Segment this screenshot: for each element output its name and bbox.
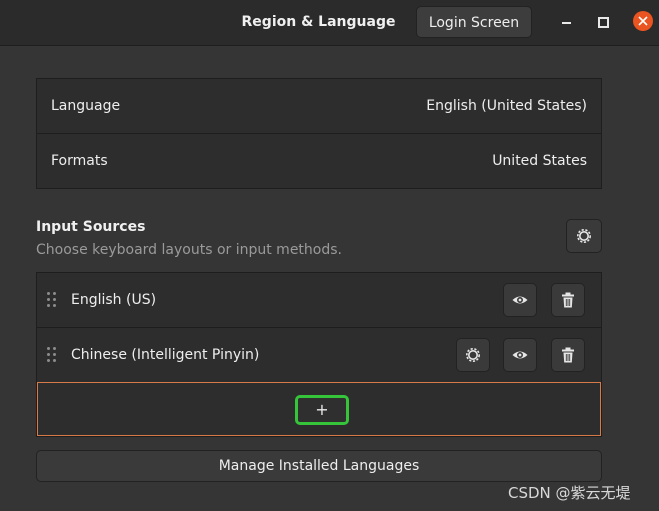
input-source-label: Chinese (Intelligent Pinyin) [71,347,260,363]
input-source-label: English (US) [71,292,157,308]
language-settings-list: Language English (United States) Formats… [36,78,602,189]
maximize-icon[interactable] [593,12,613,32]
drag-handle-icon[interactable] [47,292,57,308]
manage-installed-languages-button[interactable]: Manage Installed Languages [36,450,602,482]
language-label: Language [51,98,121,114]
remove-button[interactable] [551,338,585,372]
title-bar: Region & Language Login Screen [0,0,659,46]
input-source-settings-button[interactable] [456,338,490,372]
window-title: Region & Language [241,14,396,30]
trash-icon [562,347,574,363]
watermark: CSDN @紫云无堤 [508,484,631,502]
list-item[interactable]: Chinese (Intelligent Pinyin) [37,328,601,382]
formats-row[interactable]: Formats United States [37,134,601,188]
add-input-source-button[interactable]: + [295,395,349,425]
remove-button[interactable] [551,283,585,317]
gear-icon [577,229,591,243]
input-sources-heading: Input Sources [36,219,146,235]
input-sources-list: English (US) Chinese (Intelligent Pinyin… [36,272,602,437]
formats-value: United States [492,153,587,169]
login-screen-button[interactable]: Login Screen [416,6,532,38]
close-icon[interactable] [633,11,653,31]
eye-icon [512,351,528,359]
eye-icon [512,296,528,304]
language-row[interactable]: Language English (United States) [37,79,601,133]
input-sources-subtitle: Choose keyboard layouts or input methods… [36,242,342,258]
trash-icon [562,292,574,308]
minimize-icon[interactable] [557,12,577,32]
list-item[interactable]: English (US) [37,273,601,327]
preview-button[interactable] [503,338,537,372]
language-value: English (United States) [426,98,587,114]
drag-handle-icon[interactable] [47,347,57,363]
preview-button[interactable] [503,283,537,317]
input-sources-options-button[interactable] [566,219,602,253]
formats-label: Formats [51,153,108,169]
plus-icon: + [315,400,329,419]
add-input-source-row[interactable]: + [37,382,601,436]
gear-icon [466,348,480,362]
